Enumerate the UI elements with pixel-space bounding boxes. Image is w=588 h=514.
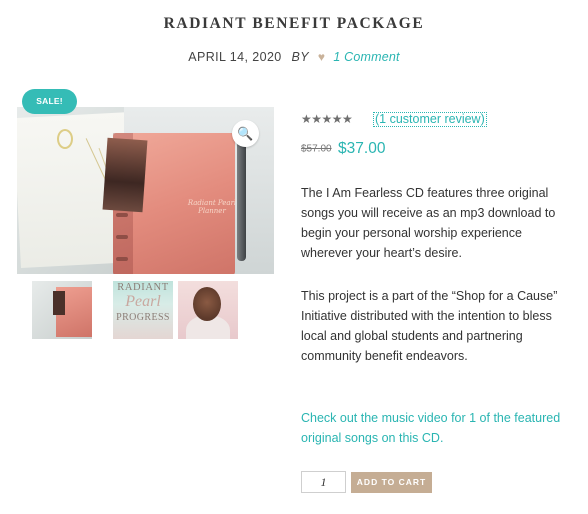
post-date: APRIL 14, 2020 bbox=[188, 50, 282, 64]
gold-ring bbox=[57, 129, 73, 149]
rating-stars: ★★★★★ bbox=[301, 112, 353, 126]
by-label: BY bbox=[291, 50, 310, 64]
quantity-input[interactable] bbox=[301, 471, 346, 493]
product-description-cause: This project is a part of the “Shop for … bbox=[301, 289, 558, 363]
sale-price: $37.00 bbox=[338, 140, 386, 157]
post-title: RADIANT BENEFIT PACKAGE bbox=[163, 15, 425, 32]
book-title-line: PROGRESS bbox=[116, 312, 170, 323]
portrait-face bbox=[193, 287, 221, 321]
planner-cover-text: Radiant Pearl Planner bbox=[187, 199, 237, 215]
thumbnail-photo bbox=[53, 291, 65, 315]
sale-badge: SALE! bbox=[22, 89, 77, 114]
planner-thumbnail[interactable] bbox=[32, 281, 92, 339]
planner-photo bbox=[102, 137, 148, 213]
book-title-line: Pearl bbox=[125, 293, 161, 310]
zoom-button[interactable]: 🔍 bbox=[232, 120, 259, 147]
book-title-line: RADIANT bbox=[117, 282, 169, 293]
portrait-thumbnail[interactable] bbox=[178, 281, 238, 339]
planner-ring bbox=[116, 235, 128, 239]
music-video-link[interactable]: Check out the music video for 1 of the f… bbox=[301, 408, 571, 448]
comments-link[interactable]: 1 Comment bbox=[333, 50, 399, 64]
search-icon: 🔍 bbox=[237, 126, 254, 141]
heart-icon: ♥ bbox=[317, 50, 326, 64]
old-price: $57.00 bbox=[301, 143, 332, 155]
planner-ring bbox=[116, 213, 128, 217]
planner-ring bbox=[116, 257, 128, 261]
post-meta: APRIL 14, 2020 BY ♥ 1 Comment bbox=[0, 50, 588, 64]
book-cover-thumbnail[interactable]: RADIANT Pearl PROGRESS bbox=[113, 281, 173, 339]
product-description: The I Am Fearless CD features three orig… bbox=[301, 186, 556, 260]
reviews-link[interactable]: (1 customer review) bbox=[373, 112, 487, 127]
price: $57.00 $37.00 bbox=[301, 140, 385, 158]
add-to-cart-button[interactable]: ADD TO CART bbox=[351, 472, 432, 493]
